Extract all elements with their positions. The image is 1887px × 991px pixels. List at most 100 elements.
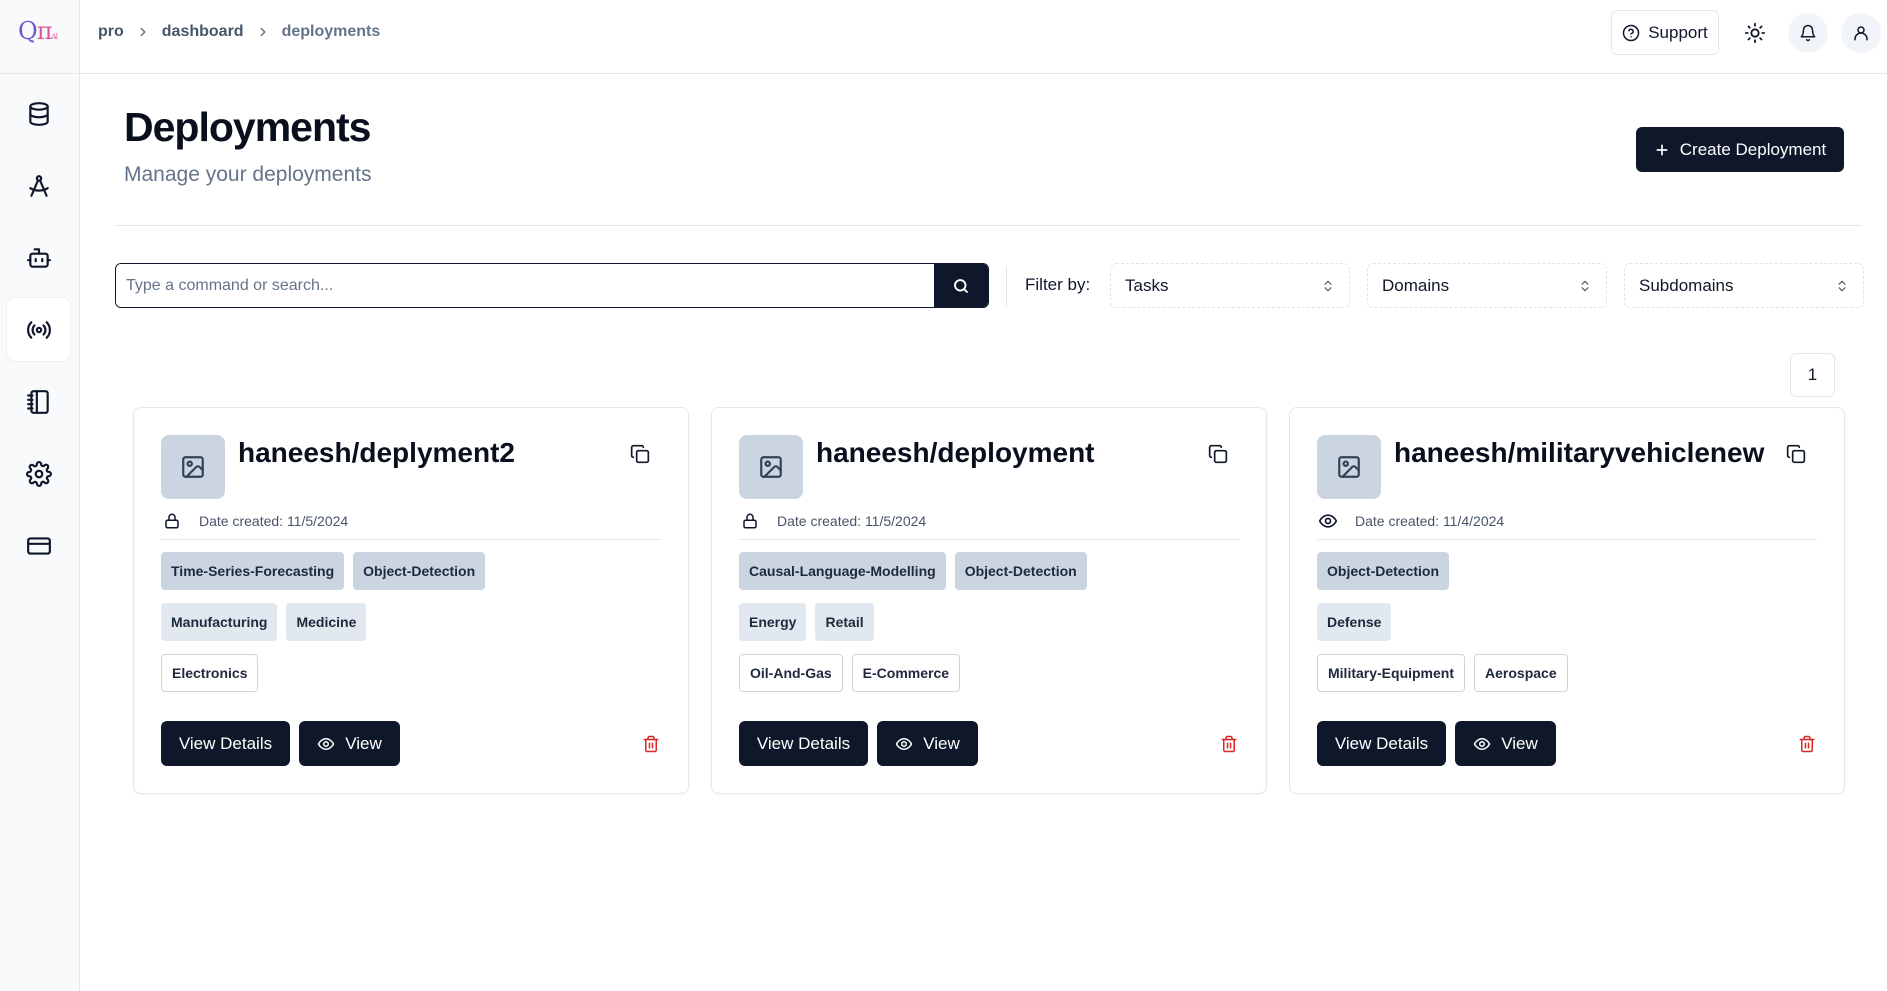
deployment-meta: Date created: 11/5/2024 bbox=[739, 510, 926, 532]
eye-icon bbox=[1317, 510, 1339, 532]
support-button[interactable]: Support bbox=[1611, 10, 1719, 55]
delete-button[interactable] bbox=[640, 733, 662, 755]
view-button[interactable]: View bbox=[877, 721, 978, 766]
sidebar-item-billing[interactable] bbox=[7, 514, 70, 577]
image-icon bbox=[1338, 456, 1360, 478]
tasks-select[interactable]: Tasks bbox=[1110, 263, 1350, 308]
sidebar-item-datasets[interactable] bbox=[7, 82, 70, 145]
deployment-thumbnail bbox=[161, 435, 225, 499]
user-icon bbox=[1854, 26, 1868, 41]
date-created: Date created: 11/5/2024 bbox=[199, 513, 349, 529]
pagination-page-button[interactable]: 1 bbox=[1790, 353, 1835, 397]
domain-tag: Manufacturing bbox=[161, 603, 278, 641]
credit-card-icon bbox=[26, 536, 51, 555]
delete-button[interactable] bbox=[1218, 733, 1240, 755]
view-label: View bbox=[345, 733, 382, 753]
app-logo[interactable]: QπAI bbox=[18, 17, 58, 45]
search-input[interactable] bbox=[116, 264, 934, 307]
copy-button[interactable] bbox=[1784, 442, 1808, 466]
trash-icon bbox=[1799, 735, 1815, 753]
subdomain-tag: Oil-And-Gas bbox=[739, 654, 843, 692]
delete-button[interactable] bbox=[1796, 733, 1818, 755]
trash-icon bbox=[643, 735, 659, 753]
task-tags: Object-Detection bbox=[1317, 552, 1450, 590]
view-label: View bbox=[1501, 733, 1538, 753]
task-tags: Time-Series-Forecasting Object-Detection bbox=[161, 552, 486, 590]
sidebar-item-deployments[interactable] bbox=[7, 298, 70, 361]
filter-label: Filter by: bbox=[1025, 275, 1091, 294]
domains-select[interactable]: Domains bbox=[1367, 263, 1607, 308]
subdomain-tag: Military-Equipment bbox=[1317, 654, 1466, 692]
sidebar-item-settings[interactable] bbox=[7, 442, 70, 505]
filter-divider bbox=[1006, 266, 1007, 306]
breadcrumb-item-dashboard[interactable]: dashboard bbox=[162, 23, 244, 41]
notebook-icon bbox=[26, 389, 49, 414]
view-details-button[interactable]: View Details bbox=[739, 721, 868, 766]
sidebar-item-bots[interactable] bbox=[7, 226, 70, 289]
radio-broadcast-icon bbox=[26, 320, 51, 339]
bell-icon bbox=[1800, 24, 1816, 42]
sidebar-divider bbox=[0, 73, 80, 74]
sidebar-item-models[interactable] bbox=[7, 154, 70, 217]
view-button[interactable]: View bbox=[1455, 721, 1556, 766]
domain-tag: Energy bbox=[739, 603, 807, 641]
domain-tags: Manufacturing Medicine bbox=[161, 603, 367, 641]
task-tag: Causal-Language-Modelling bbox=[739, 552, 946, 590]
task-tag: Object-Detection bbox=[1317, 552, 1450, 590]
tasks-select-value: Tasks bbox=[1125, 275, 1169, 295]
sun-icon bbox=[1744, 22, 1766, 44]
image-icon bbox=[760, 456, 782, 478]
copy-icon bbox=[1208, 444, 1228, 464]
create-deployment-button[interactable]: Create Deployment bbox=[1636, 127, 1844, 172]
date-created: Date created: 11/5/2024 bbox=[777, 513, 927, 529]
subdomain-tag: Aerospace bbox=[1474, 654, 1568, 692]
eye-icon bbox=[317, 737, 335, 750]
copy-button[interactable] bbox=[1206, 442, 1230, 466]
page-subtitle: Manage your deployments bbox=[124, 163, 372, 186]
create-deployment-label: Create Deployment bbox=[1679, 139, 1827, 159]
subdomain-tags: Electronics bbox=[161, 654, 259, 692]
chevrons-up-down-icon bbox=[1581, 280, 1589, 291]
user-menu-button[interactable] bbox=[1841, 13, 1881, 53]
chevron-right-icon bbox=[136, 25, 150, 39]
domain-tag: Retail bbox=[815, 603, 874, 641]
view-button[interactable]: View bbox=[299, 721, 400, 766]
subdomain-tag: Electronics bbox=[161, 654, 259, 692]
deployment-title[interactable]: haneesh/deployment bbox=[816, 437, 1095, 469]
domain-tag: Defense bbox=[1317, 603, 1392, 641]
lock-icon bbox=[739, 510, 761, 532]
eye-icon bbox=[895, 737, 913, 750]
database-icon bbox=[28, 101, 49, 126]
domain-tags: Energy Retail bbox=[739, 603, 874, 641]
domains-select-value: Domains bbox=[1382, 275, 1450, 295]
subdomains-select[interactable]: Subdomains bbox=[1624, 263, 1864, 308]
copy-icon bbox=[1786, 444, 1806, 464]
bot-icon bbox=[26, 247, 51, 268]
chevrons-up-down-icon bbox=[1324, 280, 1332, 291]
copy-button[interactable] bbox=[628, 442, 652, 466]
notifications-button[interactable] bbox=[1788, 13, 1828, 53]
support-label: Support bbox=[1648, 22, 1708, 42]
card-divider bbox=[1317, 539, 1817, 540]
view-details-button[interactable]: View Details bbox=[161, 721, 290, 766]
deployment-title[interactable]: haneesh/militaryvehiclenew bbox=[1394, 437, 1764, 469]
search-icon bbox=[954, 278, 968, 293]
date-created: Date created: 11/4/2024 bbox=[1355, 513, 1505, 529]
lock-icon bbox=[161, 510, 183, 532]
deployment-card: haneesh/militaryvehiclenew Date created:… bbox=[1289, 407, 1845, 794]
subdomain-tags: Oil-And-Gas E-Commerce bbox=[739, 654, 961, 692]
sidebar-item-notebooks[interactable] bbox=[7, 370, 70, 433]
card-divider bbox=[739, 539, 1239, 540]
view-label: View bbox=[923, 733, 960, 753]
deployment-meta: Date created: 11/4/2024 bbox=[1317, 510, 1504, 532]
deployment-title[interactable]: haneesh/deplyment2 bbox=[238, 437, 515, 469]
page-title: Deployments bbox=[124, 104, 371, 150]
breadcrumb-item-pro[interactable]: pro bbox=[98, 23, 124, 41]
settings-icon bbox=[25, 460, 52, 487]
view-details-button[interactable]: View Details bbox=[1317, 721, 1446, 766]
task-tag: Time-Series-Forecasting bbox=[161, 552, 345, 590]
theme-toggle-button[interactable] bbox=[1735, 13, 1775, 53]
domain-tags: Defense bbox=[1317, 603, 1392, 641]
search-button[interactable] bbox=[934, 264, 988, 307]
chevrons-up-down-icon bbox=[1838, 280, 1846, 291]
